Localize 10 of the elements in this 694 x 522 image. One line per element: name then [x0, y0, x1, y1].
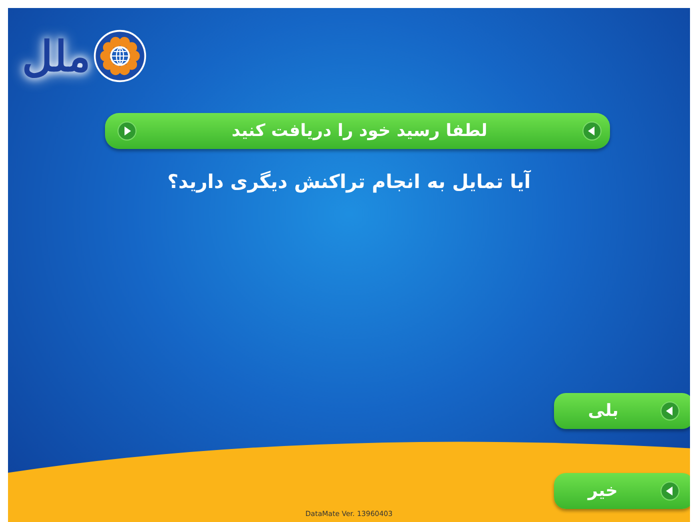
- flower-globe-icon: [93, 29, 147, 83]
- play-left-icon: [660, 401, 680, 421]
- banner-text: لطفا رسید خود را دریافت کنید: [232, 121, 488, 141]
- option-button[interactable]: خیر: [554, 473, 690, 509]
- option-button[interactable]: بلی: [554, 393, 690, 429]
- play-right-icon: [117, 121, 137, 141]
- play-left-icon: [660, 481, 680, 501]
- logo-text: ملل: [22, 32, 91, 80]
- question-text: آیا تمایل به انجام تراکنش دیگری دارید؟: [166, 171, 532, 193]
- play-left-icon: [582, 121, 602, 141]
